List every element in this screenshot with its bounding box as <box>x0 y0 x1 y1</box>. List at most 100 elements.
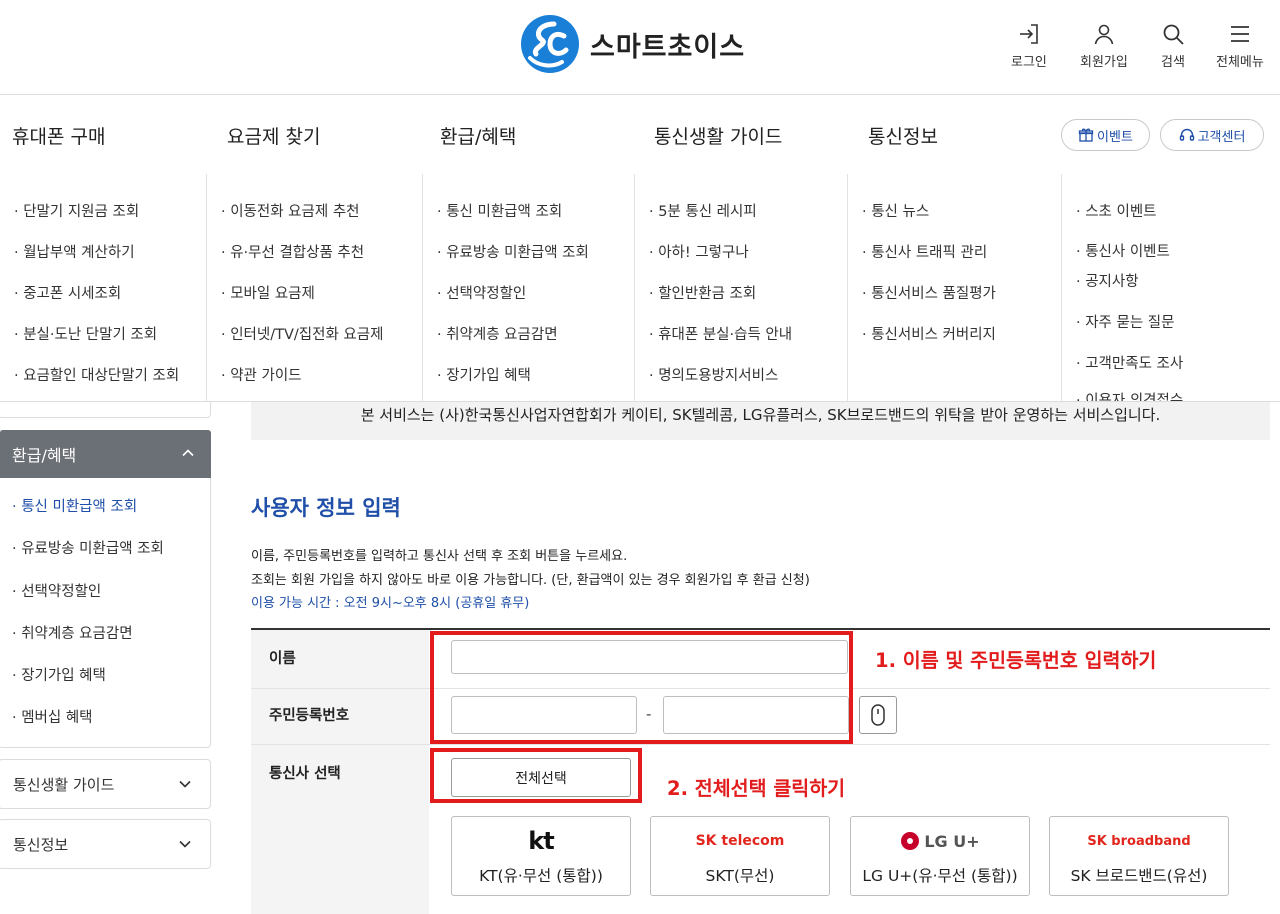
login-button[interactable]: 로그인 <box>1011 22 1047 70</box>
secure-keypad-button[interactable] <box>859 696 897 734</box>
carrier-name: LG U+(유·무선 (통합)) <box>862 867 1018 885</box>
sidebar-item-membership[interactable]: · 멤버십 혜택 <box>12 706 93 727</box>
signup-label: 회원가입 <box>1080 55 1128 70</box>
sidebar-item-contract-discount[interactable]: · 선택약정할인 <box>12 580 101 601</box>
sidebar-section-label: 환급/혜택 <box>12 446 77 465</box>
gnb-phone-purchase[interactable]: 휴대폰 구매 <box>12 122 105 149</box>
highlight-box-select-all <box>430 748 642 803</box>
mega-item[interactable]: · 선택약정할인 <box>437 282 526 303</box>
event-label: 이벤트 <box>1097 129 1133 145</box>
mega-item[interactable]: · 월납부액 계산하기 <box>14 241 135 262</box>
smartchoice-logo-icon <box>521 15 579 73</box>
membership-note: 조회는 회원 가입을 하지 않아도 바로 이용 가능합니다. (단, 환급액이 … <box>251 573 810 588</box>
mega-item[interactable]: · 모바일 요금제 <box>221 282 315 303</box>
mega-item[interactable]: · 이동전화 요금제 추천 <box>221 200 360 221</box>
mega-item[interactable]: · 통신서비스 커버리지 <box>862 323 996 344</box>
mega-item[interactable]: · 스초 이벤트 <box>1076 200 1157 221</box>
menu-icon <box>1230 26 1249 42</box>
mega-item[interactable]: · 통신사 이벤트 <box>1076 240 1170 261</box>
mega-item[interactable]: · 할인반환금 조회 <box>649 282 756 303</box>
search-button[interactable]: 검색 <box>1161 22 1185 70</box>
mega-col-info: · 통신 뉴스 · 통신사 트래픽 관리 · 통신서비스 품질평가 · 통신서비… <box>848 174 1062 401</box>
carrier-label: 통신사 선택 <box>251 745 429 914</box>
mega-item[interactable]: · 취약계층 요금감면 <box>437 323 558 344</box>
mega-item[interactable]: · 중고폰 시세조회 <box>14 282 121 303</box>
mega-item[interactable]: · 단말기 지원금 조회 <box>14 200 139 221</box>
sk-telecom-logo: SK telecom <box>695 833 785 849</box>
annotation-step1: 1. 이름 및 주민등록번호 입력하기 <box>875 649 1157 672</box>
carrier-skb[interactable]: SK broadband SK 브로드밴드(유선) <box>1049 816 1229 896</box>
mega-item[interactable]: · 통신 뉴스 <box>862 200 929 221</box>
mega-item[interactable]: · 통신 미환급액 조회 <box>437 200 562 221</box>
gnb-plan-search[interactable]: 요금제 찾기 <box>227 122 320 149</box>
all-menu-label: 전체메뉴 <box>1216 55 1264 70</box>
rrn-label: 주민등록번호 <box>251 689 429 744</box>
login-icon <box>1019 24 1038 44</box>
search-icon <box>1163 24 1184 45</box>
mega-col-support: · 스초 이벤트 · 통신사 이벤트 · 공지사항 · 자주 묻는 질문 · 고… <box>1062 174 1280 401</box>
event-button[interactable]: 이벤트 <box>1061 119 1150 151</box>
mega-item[interactable]: · 아하! 그렇구나 <box>649 241 749 262</box>
chevron-down-icon <box>179 780 191 788</box>
gift-icon <box>1078 128 1094 142</box>
sidebar-item-paytv-refund[interactable]: · 유료방송 미환급액 조회 <box>12 537 164 558</box>
customer-center-button[interactable]: 고객센터 <box>1160 119 1264 151</box>
mega-item[interactable]: · 통신사 트래픽 관리 <box>862 241 987 262</box>
mega-item[interactable]: · 휴대폰 분실·습득 안내 <box>649 323 792 344</box>
carrier-name: KT(유·무선 (통합)) <box>479 867 603 885</box>
gnb-telecom-info[interactable]: 통신정보 <box>868 122 938 149</box>
mega-col-refund: · 통신 미환급액 조회 · 유료방송 미환급액 조회 · 선택약정할인 · 취… <box>423 174 635 401</box>
annotation-step2: 2. 전체선택 클릭하기 <box>667 777 846 800</box>
logo-text: 스마트초이스 <box>590 31 746 63</box>
service-hours: 이용 가능 시간 : 오전 9시~오후 8시 (공휴일 휴무) <box>251 596 530 611</box>
sidebar-life-guide-label: 통신생활 가이드 <box>13 775 115 794</box>
lg-uplus-logo: LG U+ <box>851 827 1029 855</box>
mega-item[interactable]: · 통신서비스 품질평가 <box>862 282 996 303</box>
sidebar-section-life-guide[interactable]: 통신생활 가이드 <box>0 759 211 809</box>
sidebar-item-long-term[interactable]: · 장기가입 혜택 <box>12 664 106 685</box>
sidebar-section-telecom-info[interactable]: 통신정보 <box>0 819 211 869</box>
signup-button[interactable]: 회원가입 <box>1080 22 1128 70</box>
mega-col-plan: · 이동전화 요금제 추천 · 유·무선 결합상품 추천 · 모바일 요금제 ·… <box>207 174 423 401</box>
carrier-kt[interactable]: kt KT(유·무선 (통합)) <box>451 816 631 896</box>
mega-item[interactable]: · 유·무선 결합상품 추천 <box>221 241 364 262</box>
customer-center-label: 고객센터 <box>1197 129 1246 145</box>
sidebar-item-vulnerable-discount[interactable]: · 취약계층 요금감면 <box>12 622 133 643</box>
mega-item[interactable]: · 유료방송 미환급액 조회 <box>437 241 589 262</box>
mega-menu: · 단말기 지원금 조회 · 월납부액 계산하기 · 중고폰 시세조회 · 분실… <box>0 174 1280 402</box>
mega-item[interactable]: · 고객만족도 조사 <box>1076 352 1183 373</box>
carrier-name: SKT(무선) <box>705 867 775 885</box>
mega-item[interactable]: · 분실·도난 단말기 조회 <box>14 323 157 344</box>
site-header: 스마트초이스 로그인 회원가입 검색 전체메뉴 <box>0 0 1280 95</box>
mega-item[interactable]: · 약관 가이드 <box>221 364 302 385</box>
mega-item[interactable]: · 명의도용방지서비스 <box>649 364 778 385</box>
mega-item[interactable]: · 이용자 의견접수 <box>1076 389 1183 401</box>
sk-broadband-logo: SK broadband <box>1087 833 1191 849</box>
gnb-refund-benefit[interactable]: 환급/혜택 <box>440 122 516 149</box>
user-icon <box>1094 24 1114 45</box>
sidebar-telecom-info-label: 통신정보 <box>13 835 69 854</box>
gnb-life-guide[interactable]: 통신생활 가이드 <box>654 122 782 149</box>
all-menu-button[interactable]: 전체메뉴 <box>1216 22 1264 70</box>
headset-icon <box>1179 128 1194 141</box>
site-logo[interactable]: 스마트초이스 <box>520 14 745 74</box>
search-label: 검색 <box>1161 55 1185 70</box>
sidebar-item-telecom-refund[interactable]: · 통신 미환급액 조회 <box>12 495 137 516</box>
kt-logo: kt <box>528 827 554 855</box>
carrier-skt[interactable]: SK telecom SKT(무선) <box>650 816 830 896</box>
mega-item[interactable]: · 요금할인 대상단말기 조회 <box>14 364 179 385</box>
instruction-text: 이름, 주민등록번호를 입력하고 통신사 선택 후 조회 버튼을 누르세요. <box>251 549 628 564</box>
carrier-name: SK 브로드밴드(유선) <box>1070 867 1208 885</box>
mega-item[interactable]: · 5분 통신 레시피 <box>649 200 757 221</box>
mega-item[interactable]: · 공지사항 <box>1076 270 1139 291</box>
highlight-box-name-rrn <box>430 631 853 744</box>
mega-item[interactable]: · 인터넷/TV/집전화 요금제 <box>221 323 383 344</box>
chevron-down-icon <box>179 840 191 848</box>
mouse-icon <box>871 704 885 726</box>
mega-item[interactable]: · 장기가입 혜택 <box>437 364 531 385</box>
sidebar-section-refund[interactable]: 환급/혜택 <box>0 430 211 478</box>
login-label: 로그인 <box>1011 55 1047 70</box>
carrier-lgu[interactable]: LG U+ LG U+(유·무선 (통합)) <box>850 816 1030 896</box>
chevron-up-icon <box>182 449 194 457</box>
mega-item[interactable]: · 자주 묻는 질문 <box>1076 311 1174 332</box>
